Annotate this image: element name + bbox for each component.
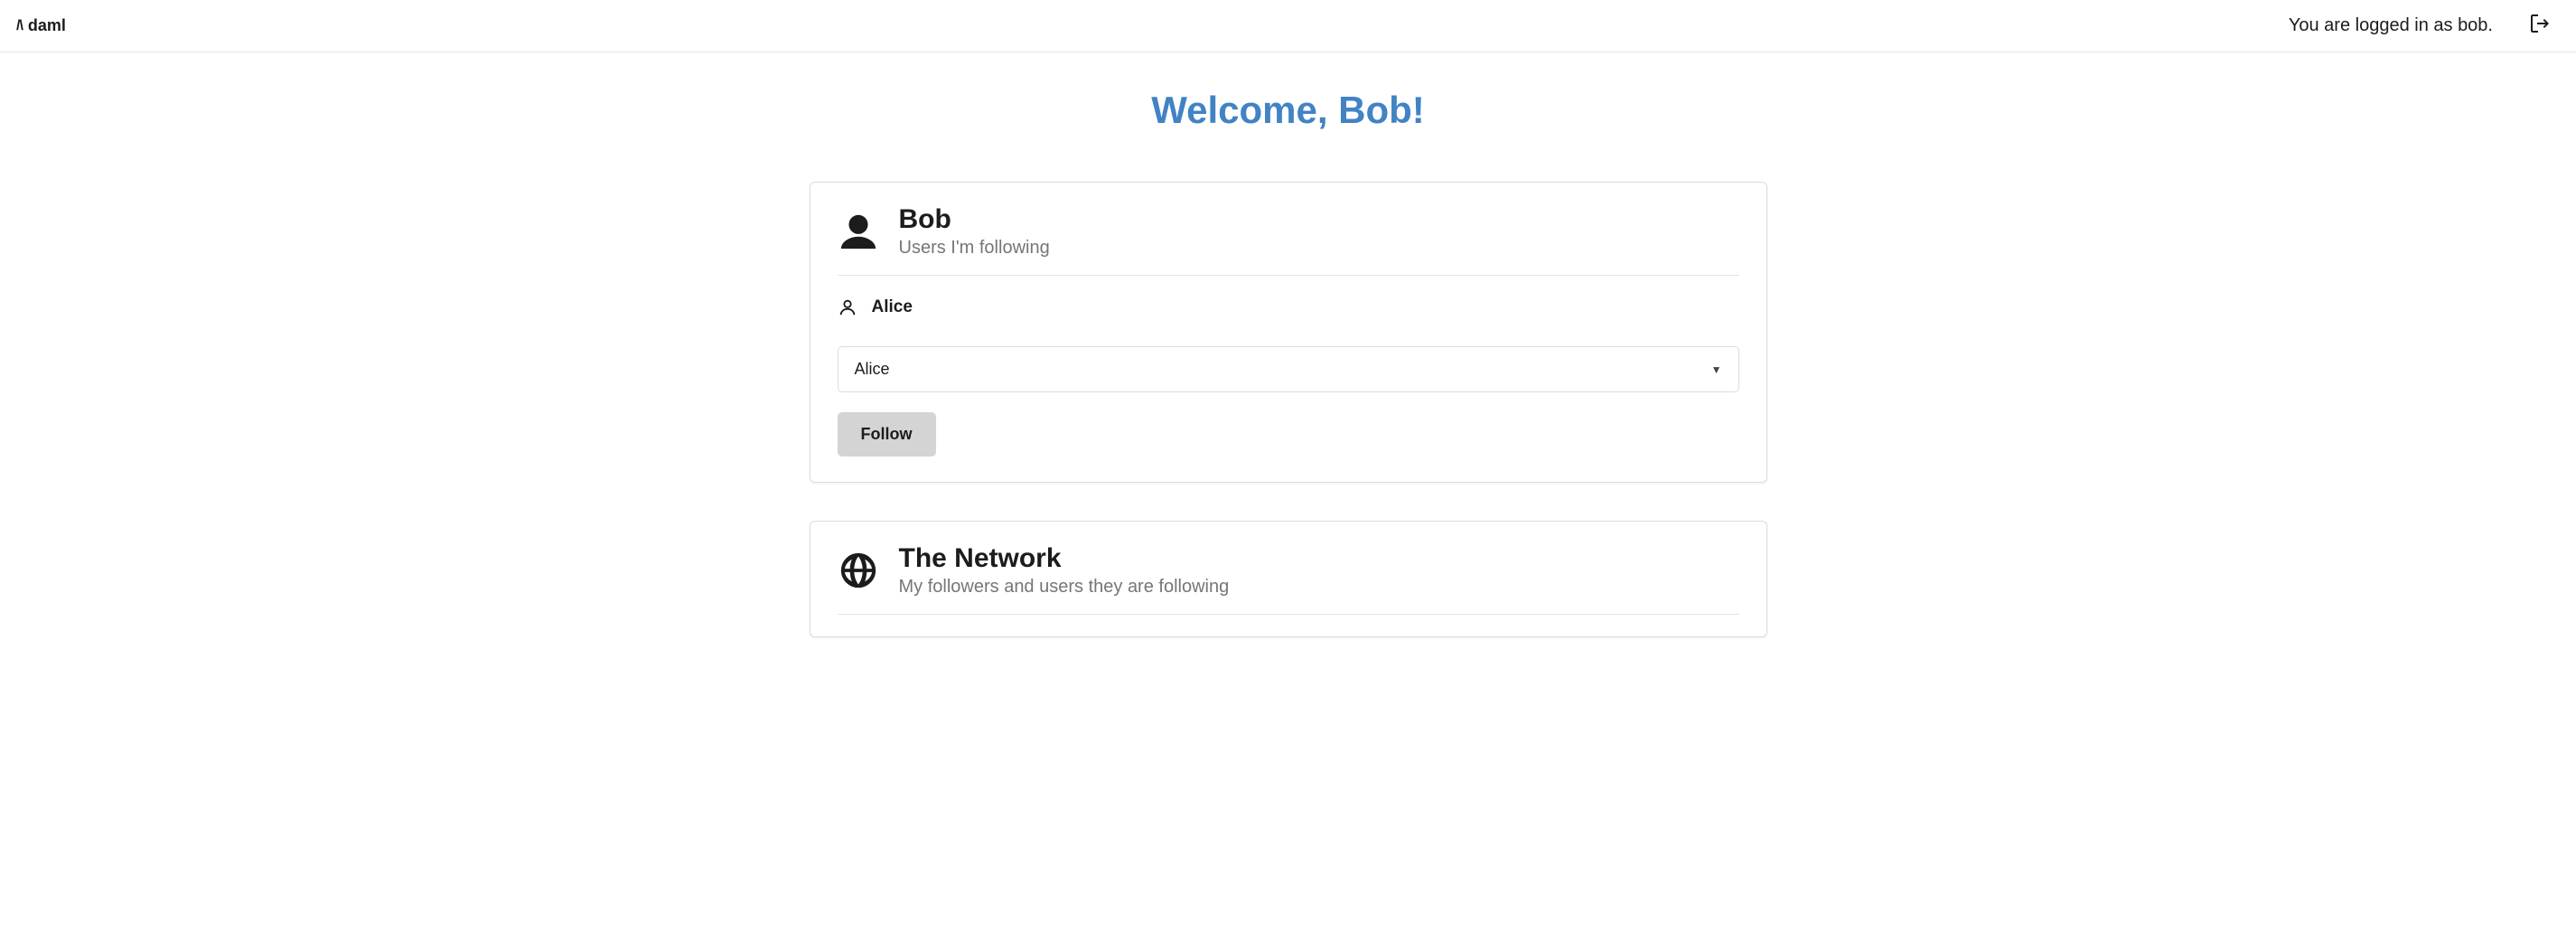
user-card: Bob Users I'm following Alice Alice ▼ — [810, 182, 1767, 483]
user-card-titles: Bob Users I'm following — [899, 204, 1050, 259]
caret-down-icon: ▼ — [1711, 363, 1722, 376]
page-content: Welcome, Bob! Bob Users I'm following — [792, 52, 1785, 711]
user-card-header: Bob Users I'm following — [810, 183, 1766, 275]
user-solid-icon — [838, 211, 879, 252]
network-card-titles: The Network My followers and users they … — [899, 543, 1230, 598]
network-card: The Network My followers and users they … — [810, 521, 1767, 637]
user-select-dropdown[interactable]: Alice ▼ — [838, 346, 1739, 392]
follow-button[interactable]: Follow — [838, 412, 936, 457]
network-card-subtitle: My followers and users they are followin… — [899, 577, 1230, 598]
brand-glyph-icon: /\ — [16, 18, 23, 34]
follow-controls: Alice ▼ Follow — [810, 337, 1766, 482]
user-card-title: Bob — [899, 204, 1050, 234]
user-card-subtitle: Users I'm following — [899, 238, 1050, 259]
brand-logo: /\ daml — [16, 16, 66, 35]
globe-icon — [838, 550, 879, 591]
network-card-header: The Network My followers and users they … — [810, 522, 1766, 614]
user-outline-icon — [838, 297, 857, 317]
welcome-heading: Welcome, Bob! — [810, 89, 1767, 132]
network-body — [810, 615, 1766, 636]
following-name: Alice — [872, 297, 913, 317]
dropdown-selected-text: Alice — [855, 360, 890, 379]
logout-icon[interactable] — [2529, 13, 2551, 40]
following-list: Alice — [810, 276, 1766, 337]
topbar: /\ daml You are logged in as bob. — [0, 0, 2576, 52]
list-item: Alice — [838, 292, 1739, 334]
topbar-right: You are logged in as bob. — [2289, 13, 2551, 40]
brand-name: daml — [28, 16, 66, 35]
network-card-title: The Network — [899, 543, 1230, 573]
login-status-text: You are logged in as bob. — [2289, 15, 2493, 36]
